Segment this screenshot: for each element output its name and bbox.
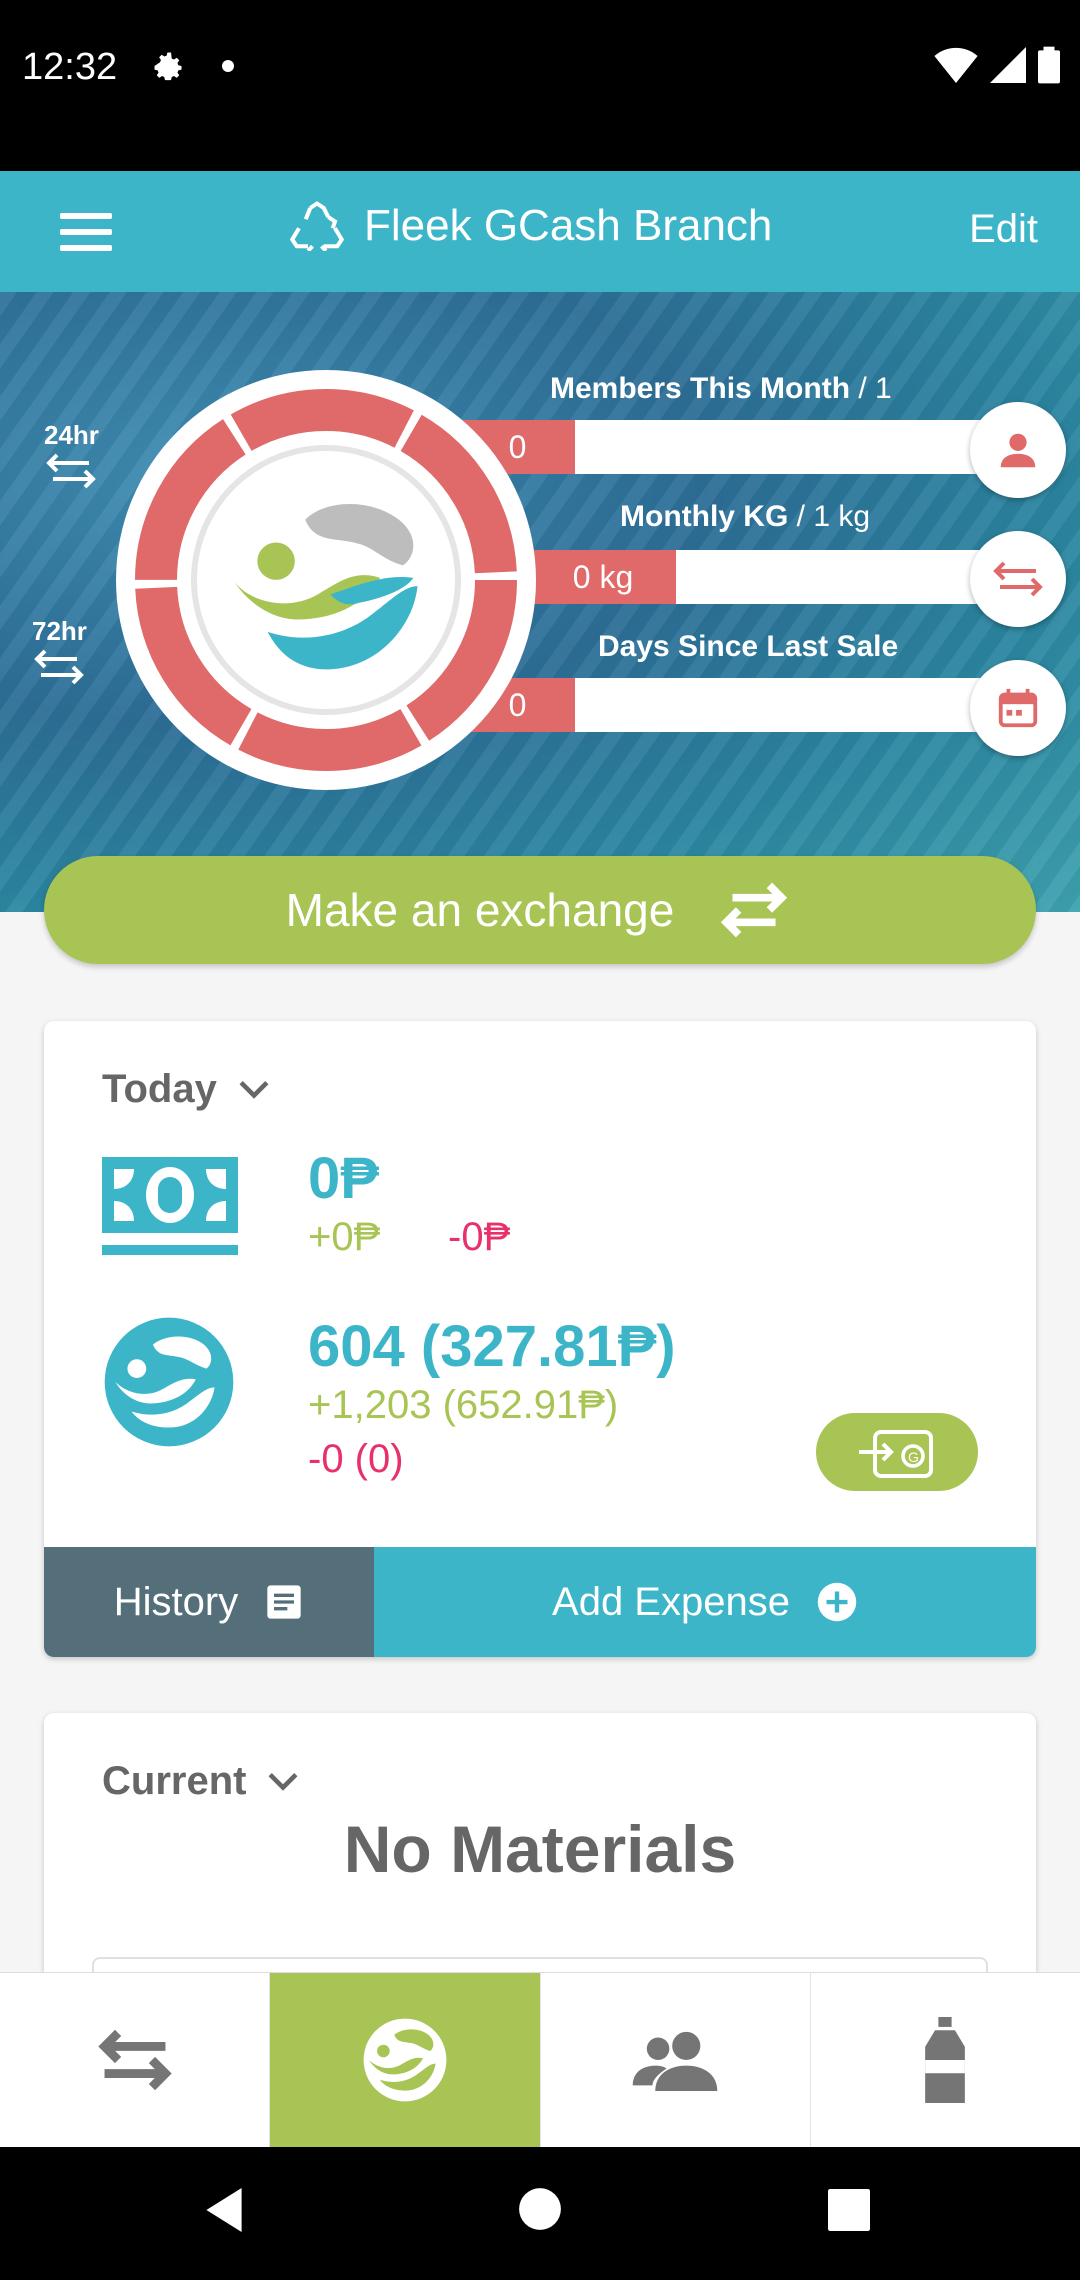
exchange-icon bbox=[97, 2029, 172, 2091]
settings-gear-icon bbox=[154, 52, 182, 81]
cash-plus: +0₱ bbox=[308, 1215, 381, 1259]
current-materials-card: Current No Materials bbox=[44, 1713, 1036, 2013]
back-icon[interactable] bbox=[202, 2185, 246, 2235]
points-logo-icon bbox=[104, 1317, 234, 1447]
monthly-kg-label-text: Monthly KG bbox=[620, 500, 789, 533]
branch-title: Fleek GCash Branch bbox=[290, 201, 772, 251]
monthly-kg-target: / 1 kg bbox=[796, 500, 871, 533]
members-icon bbox=[632, 2031, 718, 2091]
days-since-button[interactable] bbox=[970, 660, 1066, 756]
chevron-down-icon bbox=[239, 1080, 269, 1099]
period-selector-today[interactable]: Today bbox=[102, 1067, 271, 1112]
bottom-nav bbox=[0, 1972, 1080, 2147]
days-since-progress-bar: 0 bbox=[460, 678, 1020, 732]
current-period-label: Current bbox=[102, 1759, 247, 1803]
make-exchange-button[interactable]: Make an exchange bbox=[44, 856, 1036, 964]
members-progress-bar: 0 bbox=[460, 420, 1020, 474]
members-target: / 1 bbox=[858, 372, 892, 405]
timing-72hr[interactable]: 72hr bbox=[32, 616, 87, 694]
add-circle-icon bbox=[817, 1582, 857, 1622]
period-selector-current[interactable]: Current bbox=[102, 1759, 300, 1804]
gcash-transfer-button[interactable]: G bbox=[816, 1413, 978, 1491]
history-label: History bbox=[113, 1579, 239, 1624]
timing-24hr-label: 24hr bbox=[44, 420, 99, 450]
swap-arrows-icon bbox=[46, 453, 97, 489]
wifi-icon bbox=[934, 47, 978, 83]
status-bar: 12:32 bbox=[0, 0, 1080, 171]
monthly-kg-label: Monthly KG / 1 kg bbox=[620, 500, 870, 534]
nav-exchange-tab[interactable] bbox=[0, 1973, 271, 2147]
nav-home-tab[interactable] bbox=[270, 1973, 541, 2147]
system-nav-bar bbox=[0, 2147, 1080, 2280]
timing-24hr[interactable]: 24hr bbox=[44, 420, 99, 498]
period-label: Today bbox=[102, 1067, 217, 1111]
document-icon bbox=[267, 1585, 301, 1619]
stats-hero: 24hr 72hr Members This Month / 1 0 Month… bbox=[0, 292, 1080, 912]
members-button[interactable] bbox=[970, 402, 1066, 498]
notification-dot-icon bbox=[222, 60, 234, 72]
monthly-kg-value: 0 kg bbox=[530, 550, 676, 604]
chevron-down-icon bbox=[268, 1772, 298, 1791]
recycle-icon bbox=[290, 201, 344, 251]
branch-name: Fleek GCash Branch bbox=[364, 201, 773, 250]
days-since-label: Days Since Last Sale bbox=[598, 630, 899, 663]
members-label-text: Members This Month bbox=[550, 372, 851, 405]
swap-arrows-icon bbox=[34, 649, 85, 685]
make-exchange-label: Make an exchange bbox=[285, 884, 675, 936]
recents-icon[interactable] bbox=[828, 2189, 870, 2231]
battery-icon bbox=[1038, 46, 1060, 84]
gcash-wallet-icon: G bbox=[859, 1430, 933, 1478]
members-label: Members This Month / 1 bbox=[550, 372, 892, 406]
nav-materials-tab[interactable] bbox=[811, 1973, 1080, 2147]
app-bar: Fleek GCash Branch Edit bbox=[0, 171, 1080, 292]
cash-icon bbox=[102, 1157, 238, 1255]
calendar-icon bbox=[998, 688, 1038, 728]
no-materials-text: No Materials bbox=[343, 1812, 737, 1886]
points-total: 604 (327.81₱) bbox=[308, 1314, 676, 1379]
cash-total: 0₱ bbox=[308, 1146, 379, 1211]
today-summary-card: Today 0₱ +0₱ -0₱ 604 (327.81₱) +1,203 (6… bbox=[44, 1021, 1036, 1657]
fleek-logo-icon bbox=[234, 504, 418, 670]
points-plus: +1,203 (652.91₱) bbox=[308, 1383, 619, 1427]
edit-button[interactable]: Edit bbox=[969, 207, 1038, 252]
bottle-icon bbox=[925, 2017, 966, 2103]
logo-icon bbox=[363, 2018, 447, 2102]
swap-arrows-icon bbox=[993, 561, 1043, 597]
status-time: 12:32 bbox=[22, 46, 118, 88]
system-icons bbox=[934, 46, 1060, 84]
timing-72hr-label: 72hr bbox=[32, 616, 87, 646]
add-expense-button[interactable]: Add Expense bbox=[374, 1547, 1036, 1657]
monthly-kg-button[interactable] bbox=[970, 531, 1066, 627]
svg-text:G: G bbox=[908, 1449, 919, 1465]
history-button[interactable]: History bbox=[44, 1547, 374, 1657]
cell-signal-icon bbox=[990, 47, 1026, 83]
points-minus: -0 (0) bbox=[308, 1437, 404, 1481]
add-expense-label: Add Expense bbox=[552, 1579, 790, 1624]
nav-members-tab[interactable] bbox=[541, 1973, 811, 2147]
menu-icon[interactable] bbox=[60, 213, 112, 251]
exchange-arrows-icon bbox=[721, 882, 788, 938]
home-icon[interactable] bbox=[518, 2187, 562, 2231]
monthly-kg-progress-bar: 0 kg bbox=[530, 550, 1020, 604]
cash-minus: -0₱ bbox=[448, 1215, 511, 1259]
person-icon bbox=[1000, 433, 1036, 468]
